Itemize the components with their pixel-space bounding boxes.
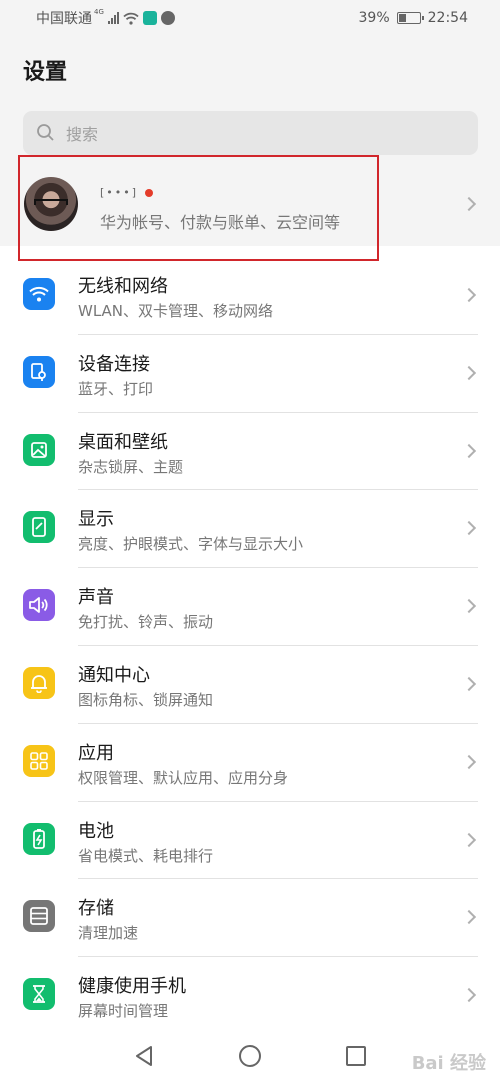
wifi-icon	[23, 278, 55, 310]
settings-item[interactable]: 设备连接 蓝牙、打印	[0, 335, 500, 413]
sound-icon	[23, 589, 55, 622]
storage-icon	[23, 900, 55, 933]
settings-item-subtitle: 杂志锁屏、主题	[78, 457, 184, 476]
highlight-box	[18, 155, 379, 261]
settings-item-subtitle: 免打扰、铃声、振动	[78, 613, 214, 632]
settings-item-title: 电池	[78, 820, 114, 842]
back-icon[interactable]	[135, 1046, 153, 1066]
settings-item-title: 应用	[78, 742, 114, 764]
display-icon	[23, 511, 55, 544]
navigation-bar: Bai 经验	[0, 1030, 500, 1083]
settings-item-title: 桌面和壁纸	[78, 431, 168, 453]
settings-item[interactable]: 存储 清理加速	[0, 879, 500, 958]
settings-item-subtitle: 权限管理、默认应用、应用分身	[78, 768, 289, 787]
battery-percent: 39%	[358, 10, 390, 26]
settings-item[interactable]: 无线和网络 WLAN、双卡管理、移动网络	[0, 257, 500, 335]
status-bar: 中国联通 4G 39% 22:54	[0, 0, 500, 36]
wallpaper-icon	[23, 433, 55, 466]
settings-item-subtitle: 屏幕时间管理	[78, 1002, 169, 1021]
battery-icon	[23, 822, 55, 855]
chevron-right-icon	[461, 676, 477, 692]
chevron-right-icon	[461, 287, 477, 303]
chevron-right-icon	[461, 599, 477, 614]
chevron-right-icon	[461, 443, 477, 458]
signal-icon	[107, 12, 119, 24]
hourglass-icon	[23, 978, 55, 1011]
settings-item-subtitle: 亮度、护眼模式、字体与显示大小	[78, 535, 304, 554]
settings-item[interactable]: 电池省电模式、耗电排行	[0, 802, 500, 880]
settings-item[interactable]: 应用权限管理、默认应用、应用分身	[0, 724, 500, 802]
search-icon	[37, 124, 54, 141]
wifi-status-icon	[123, 12, 139, 25]
settings-item-title: 健康使用手机	[78, 976, 186, 998]
settings-item[interactable]: 声音免打扰、铃声、振动	[0, 568, 500, 646]
settings-item-subtitle: WLAN、双卡管理、移动网络	[78, 302, 274, 320]
settings-item-title: 显示	[78, 509, 114, 531]
watermark: Bai 经验	[411, 1053, 486, 1074]
settings-item-title: 无线和网络	[78, 276, 168, 297]
network-type: 4G	[94, 8, 104, 16]
settings-item[interactable]: 健康使用手机 屏幕时间管理	[0, 957, 500, 1035]
settings-item-subtitle: 图标角标、锁屏通知	[78, 690, 214, 709]
device-connection-icon	[23, 355, 55, 388]
notification-circle-icon	[160, 11, 175, 25]
settings-item-subtitle: 清理加速	[78, 924, 139, 943]
chevron-right-icon	[461, 910, 477, 925]
settings-item-title: 存储	[78, 898, 114, 920]
apps-grid-icon	[23, 744, 55, 777]
recent-apps-icon[interactable]	[346, 1046, 366, 1066]
settings-list: 无线和网络 WLAN、双卡管理、移动网络设备连接蓝牙、打印桌面和壁纸杂志锁屏、主题…	[0, 257, 500, 1035]
page-title: 设置	[23, 60, 68, 85]
settings-item[interactable]: 桌面和壁纸杂志锁屏、主题	[0, 413, 500, 491]
settings-item-title: 设备连接	[78, 353, 150, 375]
carrier-label: 中国联通	[36, 11, 92, 27]
notification-app-icon	[142, 11, 157, 25]
battery-status-icon	[396, 12, 424, 24]
settings-item-subtitle: 省电模式、耗电排行	[78, 846, 214, 865]
notification-bell-icon	[23, 666, 55, 699]
search-input[interactable]: 搜索	[23, 111, 478, 155]
chevron-right-icon	[461, 832, 477, 847]
settings-item[interactable]: 通知中心图标角标、锁屏通知	[0, 646, 500, 724]
chevron-right-icon	[461, 365, 477, 380]
settings-item-title: 声音	[78, 587, 114, 609]
settings-item-subtitle: 蓝牙、打印	[78, 379, 154, 398]
settings-item-title: 通知中心	[78, 664, 150, 686]
settings-item[interactable]: 显示亮度、护眼模式、字体与显示大小	[0, 490, 500, 569]
chevron-right-icon	[461, 988, 477, 1003]
clock: 22:54	[427, 10, 468, 26]
chevron-right-icon	[461, 754, 477, 769]
home-icon[interactable]	[239, 1045, 261, 1067]
chevron-right-icon	[461, 521, 477, 536]
search-placeholder: 搜索	[66, 125, 99, 144]
